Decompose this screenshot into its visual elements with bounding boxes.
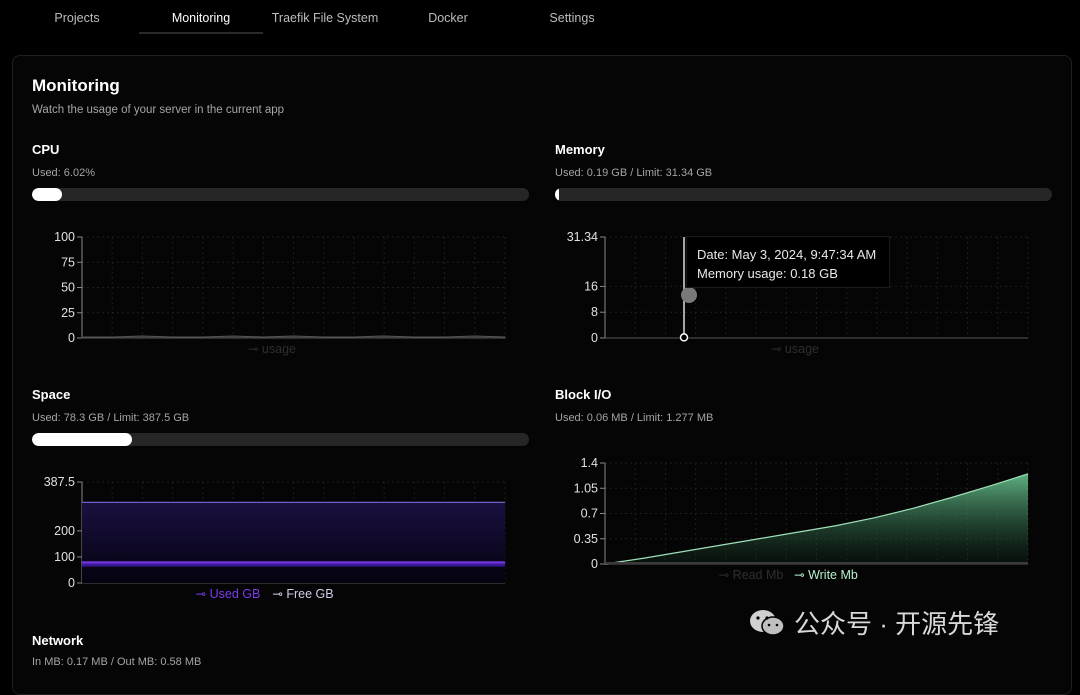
memory-legend-usage: ⊸ usage xyxy=(771,342,819,356)
tab-settings[interactable]: Settings xyxy=(510,0,634,34)
memory-tick-label: 16 xyxy=(584,279,598,293)
memory-data-point xyxy=(679,333,689,342)
network-title: Network xyxy=(32,633,84,648)
wechat-icon xyxy=(750,609,785,636)
memory-used-text: Used: 0.19 GB / Limit: 31.34 GB xyxy=(555,167,713,179)
blockio-tick-label: 0.7 xyxy=(581,507,598,521)
tooltip-date: Date: May 3, 2024, 9:47:34 AM xyxy=(697,247,877,262)
memory-tick-label: 0 xyxy=(591,331,598,345)
blockio-tick-label: 1.4 xyxy=(581,456,598,470)
cpu-tick-label: 0 xyxy=(68,331,75,345)
cpu-progress-bar xyxy=(32,188,529,201)
memory-title: Memory xyxy=(555,142,605,157)
memory-progress-bar xyxy=(555,188,1052,201)
blockio-used-text: Used: 0.06 MB / Limit: 1.277 MB xyxy=(555,412,714,424)
space-progress-bar xyxy=(32,433,529,446)
blockio-legend-write: ⊸ Write Mb xyxy=(794,568,858,582)
space-tick-label: 0 xyxy=(68,576,75,590)
space-legend-used: ⊸ Used GB xyxy=(196,587,261,601)
blockio-tick-label: 1.05 xyxy=(574,481,598,495)
network-used-text: In MB: 0.17 MB / Out MB: 0.58 MB xyxy=(32,656,202,668)
page-title: Monitoring xyxy=(32,76,120,95)
tab-bar: Projects Monitoring Traefik File System … xyxy=(0,0,1080,34)
space-chart: 387.5 200 100 0 ⊸ Used GB ⊸ Free GB xyxy=(44,475,506,601)
space-free-area xyxy=(82,502,505,583)
page-subtitle: Watch the usage of your server in the cu… xyxy=(32,104,285,116)
blockio-tick-label: 0 xyxy=(591,557,598,571)
tab-traefik-file-system[interactable]: Traefik File System xyxy=(263,0,387,34)
memory-tick-label: 8 xyxy=(591,305,598,319)
cpu-title: CPU xyxy=(32,142,60,157)
memory-tooltip: Date: May 3, 2024, 9:47:34 AM Memory usa… xyxy=(686,236,890,288)
tooltip-usage: Memory usage: 0.18 GB xyxy=(697,266,838,281)
cpu-used-text: Used: 6.02% xyxy=(32,167,95,179)
cpu-progress-fill xyxy=(32,188,62,201)
cpu-usage-area xyxy=(81,335,506,339)
cpu-tick-label: 25 xyxy=(61,306,75,320)
space-tick-label: 387.5 xyxy=(44,475,75,489)
blockio-title: Block I/O xyxy=(555,387,612,402)
cpu-tick-label: 50 xyxy=(61,281,75,295)
tab-docker[interactable]: Docker xyxy=(386,0,510,34)
space-tick-label: 100 xyxy=(54,550,75,564)
cpu-legend-usage: ⊸ usage xyxy=(248,342,296,356)
blockio-legend-read: ⊸ Read Mb xyxy=(719,568,784,582)
memory-tick-label: 31.34 xyxy=(567,230,598,244)
space-used-text: Used: 78.3 GB / Limit: 387.5 GB xyxy=(32,412,190,424)
cpu-chart: 100 75 50 25 0 ⊸ usage xyxy=(54,230,506,356)
watermark: 公众号 · 开源先锋 xyxy=(748,604,999,641)
watermark-text: 公众号 · 开源先锋 xyxy=(794,609,1000,639)
tab-monitoring[interactable]: Monitoring xyxy=(139,0,263,34)
space-legend-free: ⊸ Free GB xyxy=(272,587,333,601)
space-title: Space xyxy=(32,387,71,402)
memory-active-dot xyxy=(681,287,697,303)
cpu-tick-label: 75 xyxy=(61,255,75,269)
tab-projects[interactable]: Projects xyxy=(15,0,139,34)
blockio-chart: 1.4 1.05 0.7 0.35 0 ⊸ Read Mb ⊸ Write Mb xyxy=(574,456,1029,582)
blockio-tick-label: 0.35 xyxy=(574,532,598,546)
space-tick-label: 200 xyxy=(54,524,75,538)
cpu-tick-label: 100 xyxy=(54,230,75,244)
space-progress-fill xyxy=(32,433,133,446)
